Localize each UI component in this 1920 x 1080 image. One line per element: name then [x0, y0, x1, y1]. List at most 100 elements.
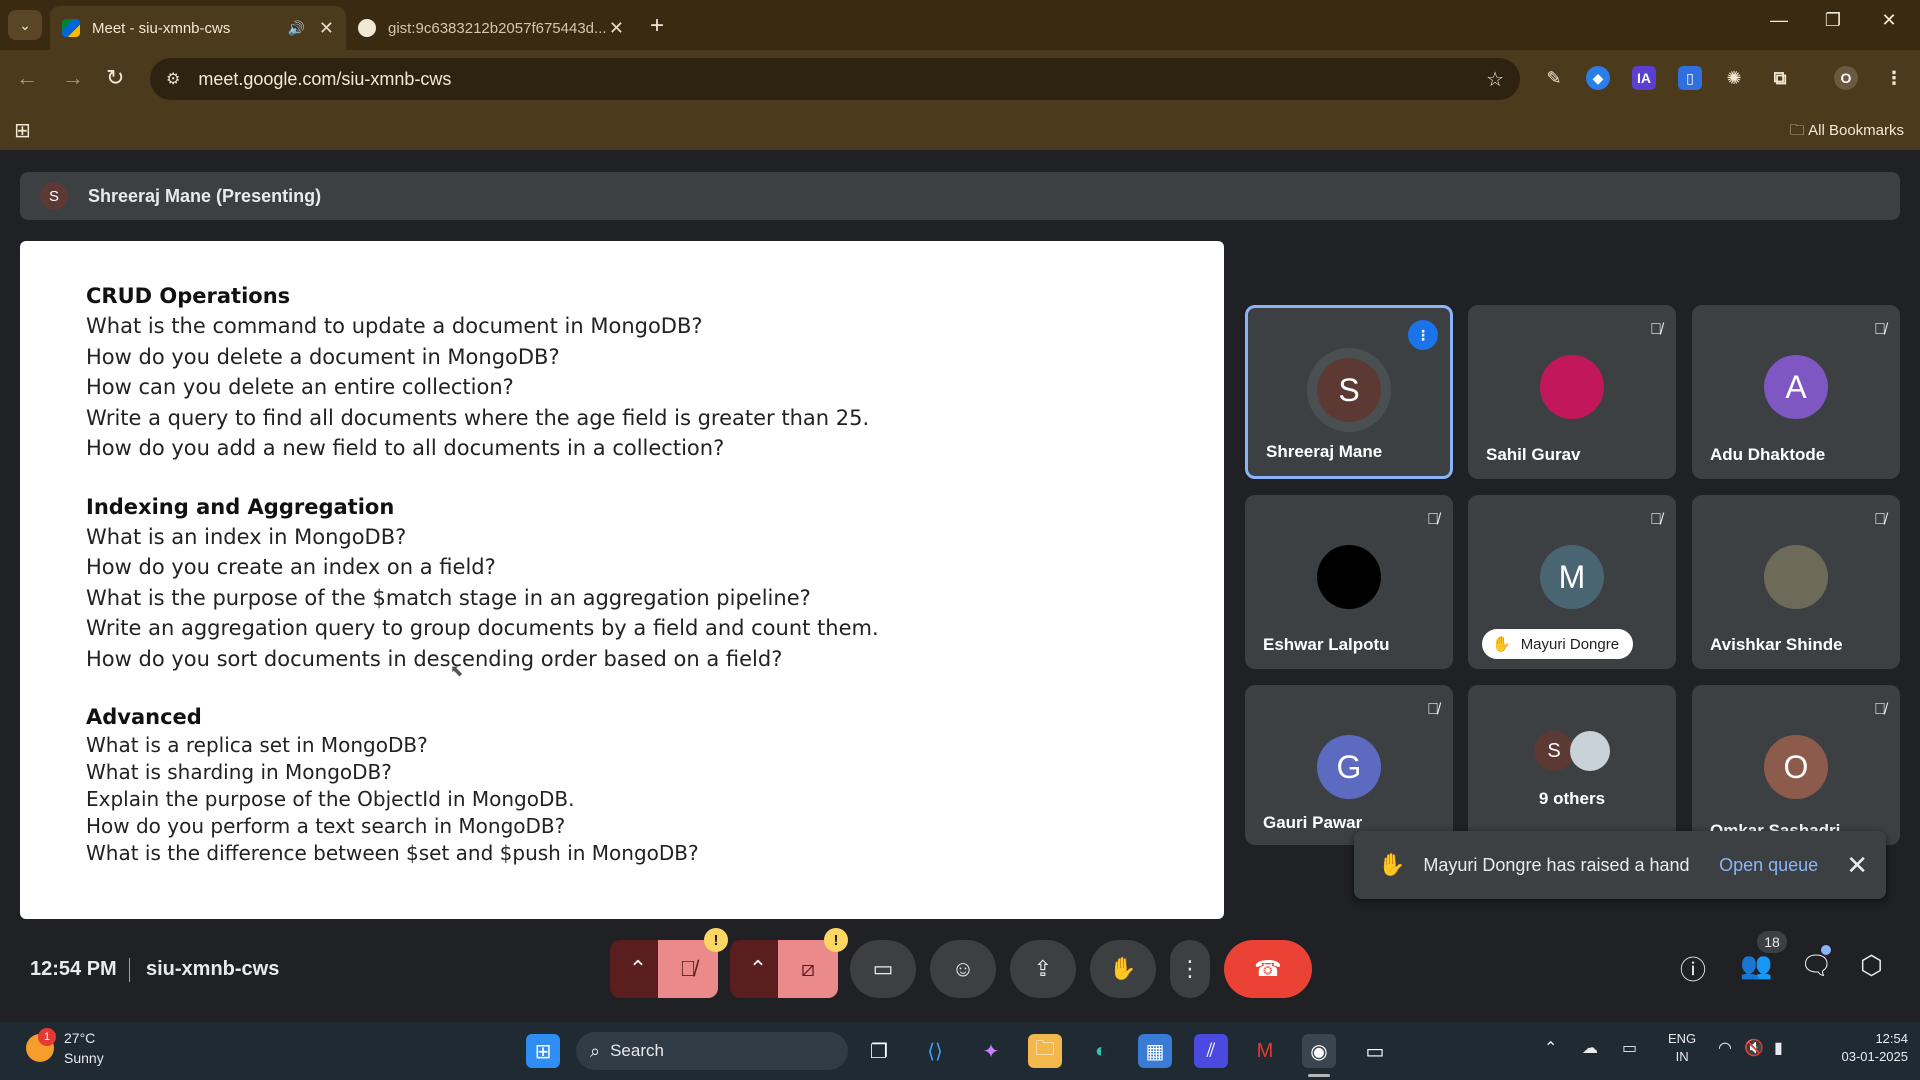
- more-vert-icon: ⋮: [1179, 956, 1201, 981]
- participant-name: Eshwar Lalpotu: [1263, 635, 1390, 654]
- raise-hand-button[interactable]: ✋: [1090, 940, 1156, 998]
- participant-tile[interactable]: A 🎙̸ Adu Dhaktode: [1692, 305, 1900, 479]
- mic-off-icon: 🎙̸: [1427, 701, 1439, 718]
- chevron-up-icon: ⌃: [628, 956, 648, 981]
- participant-name: Gauri Pawar: [1263, 813, 1363, 832]
- restore-icon[interactable]: ❐: [1810, 10, 1856, 31]
- question-line: What is sharding in MongoDB?: [86, 760, 392, 784]
- reactions-button[interactable]: ☺: [930, 940, 996, 998]
- github-icon: [358, 19, 376, 37]
- close-tab-icon[interactable]: ✕: [609, 18, 624, 39]
- avatar: M: [1540, 545, 1604, 609]
- extensions-puzzle-icon[interactable]: ⧉: [1768, 66, 1792, 90]
- copilot-icon[interactable]: ✦: [974, 1034, 1008, 1068]
- participant-tile[interactable]: S ⋮ Shreeraj Mane: [1245, 305, 1453, 479]
- close-tab-icon[interactable]: ✕: [319, 18, 334, 39]
- docs-extension-icon[interactable]: ▯: [1678, 66, 1702, 90]
- warning-icon: !: [824, 928, 848, 952]
- tab-meet[interactable]: Meet - siu-xmnb-cws 🔊 ✕: [50, 6, 346, 50]
- app-icon[interactable]: ⫽: [1194, 1034, 1228, 1068]
- chrome-menu-icon[interactable]: ⋮: [1882, 66, 1906, 90]
- chat-icon[interactable]: 🗨: [1800, 950, 1833, 981]
- mic-off-icon: 🎙̸: [1874, 511, 1886, 528]
- slide-section: Advanced What is a replica set in MongoD…: [86, 702, 1158, 867]
- hangup-icon: ☎: [1254, 956, 1282, 981]
- language-code: ENG: [1668, 1031, 1697, 1046]
- question-line: How do you create an index on a field?: [86, 555, 496, 579]
- keyboard-icon[interactable]: ▭: [1622, 1038, 1637, 1058]
- site-info-icon[interactable]: ⚙: [166, 69, 180, 89]
- question-line: What is an index in MongoDB?: [86, 524, 407, 549]
- raised-hand-chip: ✋ Mayuri Dongre: [1482, 629, 1634, 659]
- ia-extension-icon[interactable]: IA: [1632, 66, 1656, 90]
- mic-toggle-button[interactable]: 🎙̸ !: [658, 928, 728, 998]
- chrome-icon[interactable]: ◉: [1302, 1034, 1336, 1068]
- taskbar-search[interactable]: ⌕ Search: [576, 1032, 848, 1070]
- participant-tile[interactable]: 🎙̸ Avishkar Shinde: [1692, 495, 1900, 669]
- profile-avatar[interactable]: O: [1834, 66, 1858, 90]
- new-tab-button[interactable]: +: [650, 12, 664, 40]
- close-window-icon[interactable]: ✕: [1866, 10, 1912, 31]
- tab-search-button[interactable]: ⌄: [8, 10, 42, 40]
- notification-message: Mayuri Dongre has raised a hand: [1423, 854, 1690, 875]
- mic-off-icon: 🎙̸: [1650, 321, 1662, 338]
- mcafee-icon[interactable]: M: [1248, 1034, 1282, 1068]
- meeting-info-icon[interactable]: ⓘ: [1680, 950, 1706, 987]
- participant-tile[interactable]: M 🎙̸ ✋ Mayuri Dongre: [1468, 495, 1676, 669]
- more-options-button[interactable]: ⋮: [1170, 940, 1210, 998]
- question-line: How do you perform a text search in Mong…: [86, 814, 566, 838]
- section-heading: Advanced: [86, 705, 202, 729]
- avatar: [1317, 545, 1381, 609]
- meet-stage: S Shreeraj Mane (Presenting) CRUD Operat…: [0, 150, 1920, 1022]
- present-button[interactable]: ⇪: [1010, 940, 1076, 998]
- hand-icon: ✋: [1492, 636, 1511, 653]
- avatar: S: [1534, 731, 1574, 771]
- chevron-up-icon[interactable]: ⌃: [1544, 1038, 1557, 1058]
- tab-title: gist:9c6383212b2057f675443d...: [388, 19, 607, 37]
- windows-start-icon[interactable]: ⊞: [526, 1034, 560, 1068]
- participant-tile[interactable]: 🎙̸ Eshwar Lalpotu: [1245, 495, 1453, 669]
- leave-call-button[interactable]: ☎: [1224, 940, 1312, 998]
- edge-icon[interactable]: ◐: [1084, 1034, 1118, 1068]
- address-bar[interactable]: ⚙ meet.google.com/siu-xmnb-cws ☆: [150, 58, 1520, 100]
- battery-icon[interactable]: ▮: [1774, 1038, 1783, 1058]
- participant-name: Adu Dhaktode: [1710, 445, 1826, 464]
- people-icon[interactable]: 👥: [1740, 950, 1772, 981]
- onedrive-icon[interactable]: ☁: [1582, 1038, 1598, 1058]
- tab-gist[interactable]: gist:9c6383212b2057f675443d... ✕: [346, 6, 636, 50]
- drop-extension-icon[interactable]: ◆: [1586, 66, 1610, 90]
- avatar: [1570, 731, 1610, 771]
- reload-icon[interactable]: ↻: [106, 65, 124, 91]
- wifi-icon[interactable]: ◠: [1718, 1038, 1732, 1058]
- meet-favicon-icon: [62, 19, 80, 37]
- participant-tile[interactable]: G 🎙̸ Gauri Pawar: [1245, 685, 1453, 845]
- task-view-icon[interactable]: ❐: [862, 1034, 896, 1068]
- audio-playing-icon[interactable]: 🔊: [287, 20, 304, 37]
- raised-hand-notification: ✋ Mayuri Dongre has raised a hand Open q…: [1354, 831, 1886, 899]
- language-indicator[interactable]: ENG IN: [1668, 1030, 1696, 1066]
- activities-icon[interactable]: ⬡: [1860, 950, 1883, 981]
- volume-muted-icon[interactable]: 🔇: [1744, 1038, 1764, 1058]
- camera-toggle-button[interactable]: ⧄ !: [778, 928, 848, 998]
- pen-extension-icon[interactable]: ✎: [1542, 66, 1566, 90]
- back-icon[interactable]: ←: [16, 65, 38, 91]
- bookmark-star-icon[interactable]: ☆: [1486, 67, 1504, 92]
- open-queue-link[interactable]: Open queue: [1719, 855, 1818, 876]
- vscode-icon[interactable]: ⟨⟩: [918, 1034, 952, 1068]
- participant-tile[interactable]: 🎙̸ Sahil Gurav: [1468, 305, 1676, 479]
- all-bookmarks-button[interactable]: 🗀 All Bookmarks: [1790, 120, 1904, 145]
- minimize-icon[interactable]: —: [1756, 10, 1802, 31]
- question-line: How do you delete a document in MongoDB?: [86, 344, 560, 369]
- taskbar-clock[interactable]: 12:54 03-01-2025: [1818, 1030, 1909, 1066]
- meeting-clock: 12:54 PM: [30, 958, 117, 980]
- participant-tile[interactable]: O 🎙̸ Omkar Sashadri: [1692, 685, 1900, 845]
- captions-button[interactable]: ▭: [850, 940, 916, 998]
- apps-grid-icon[interactable]: ⊞: [14, 118, 31, 143]
- close-notification-icon[interactable]: ✕: [1846, 850, 1868, 881]
- others-tile[interactable]: S 9 others: [1468, 685, 1676, 845]
- terminal-icon[interactable]: ▭: [1358, 1034, 1392, 1068]
- store-icon[interactable]: ▦: [1138, 1034, 1172, 1068]
- file-explorer-icon[interactable]: 🗀: [1028, 1034, 1062, 1068]
- forward-icon[interactable]: →: [62, 65, 84, 91]
- openai-extension-icon[interactable]: ✺: [1722, 66, 1746, 90]
